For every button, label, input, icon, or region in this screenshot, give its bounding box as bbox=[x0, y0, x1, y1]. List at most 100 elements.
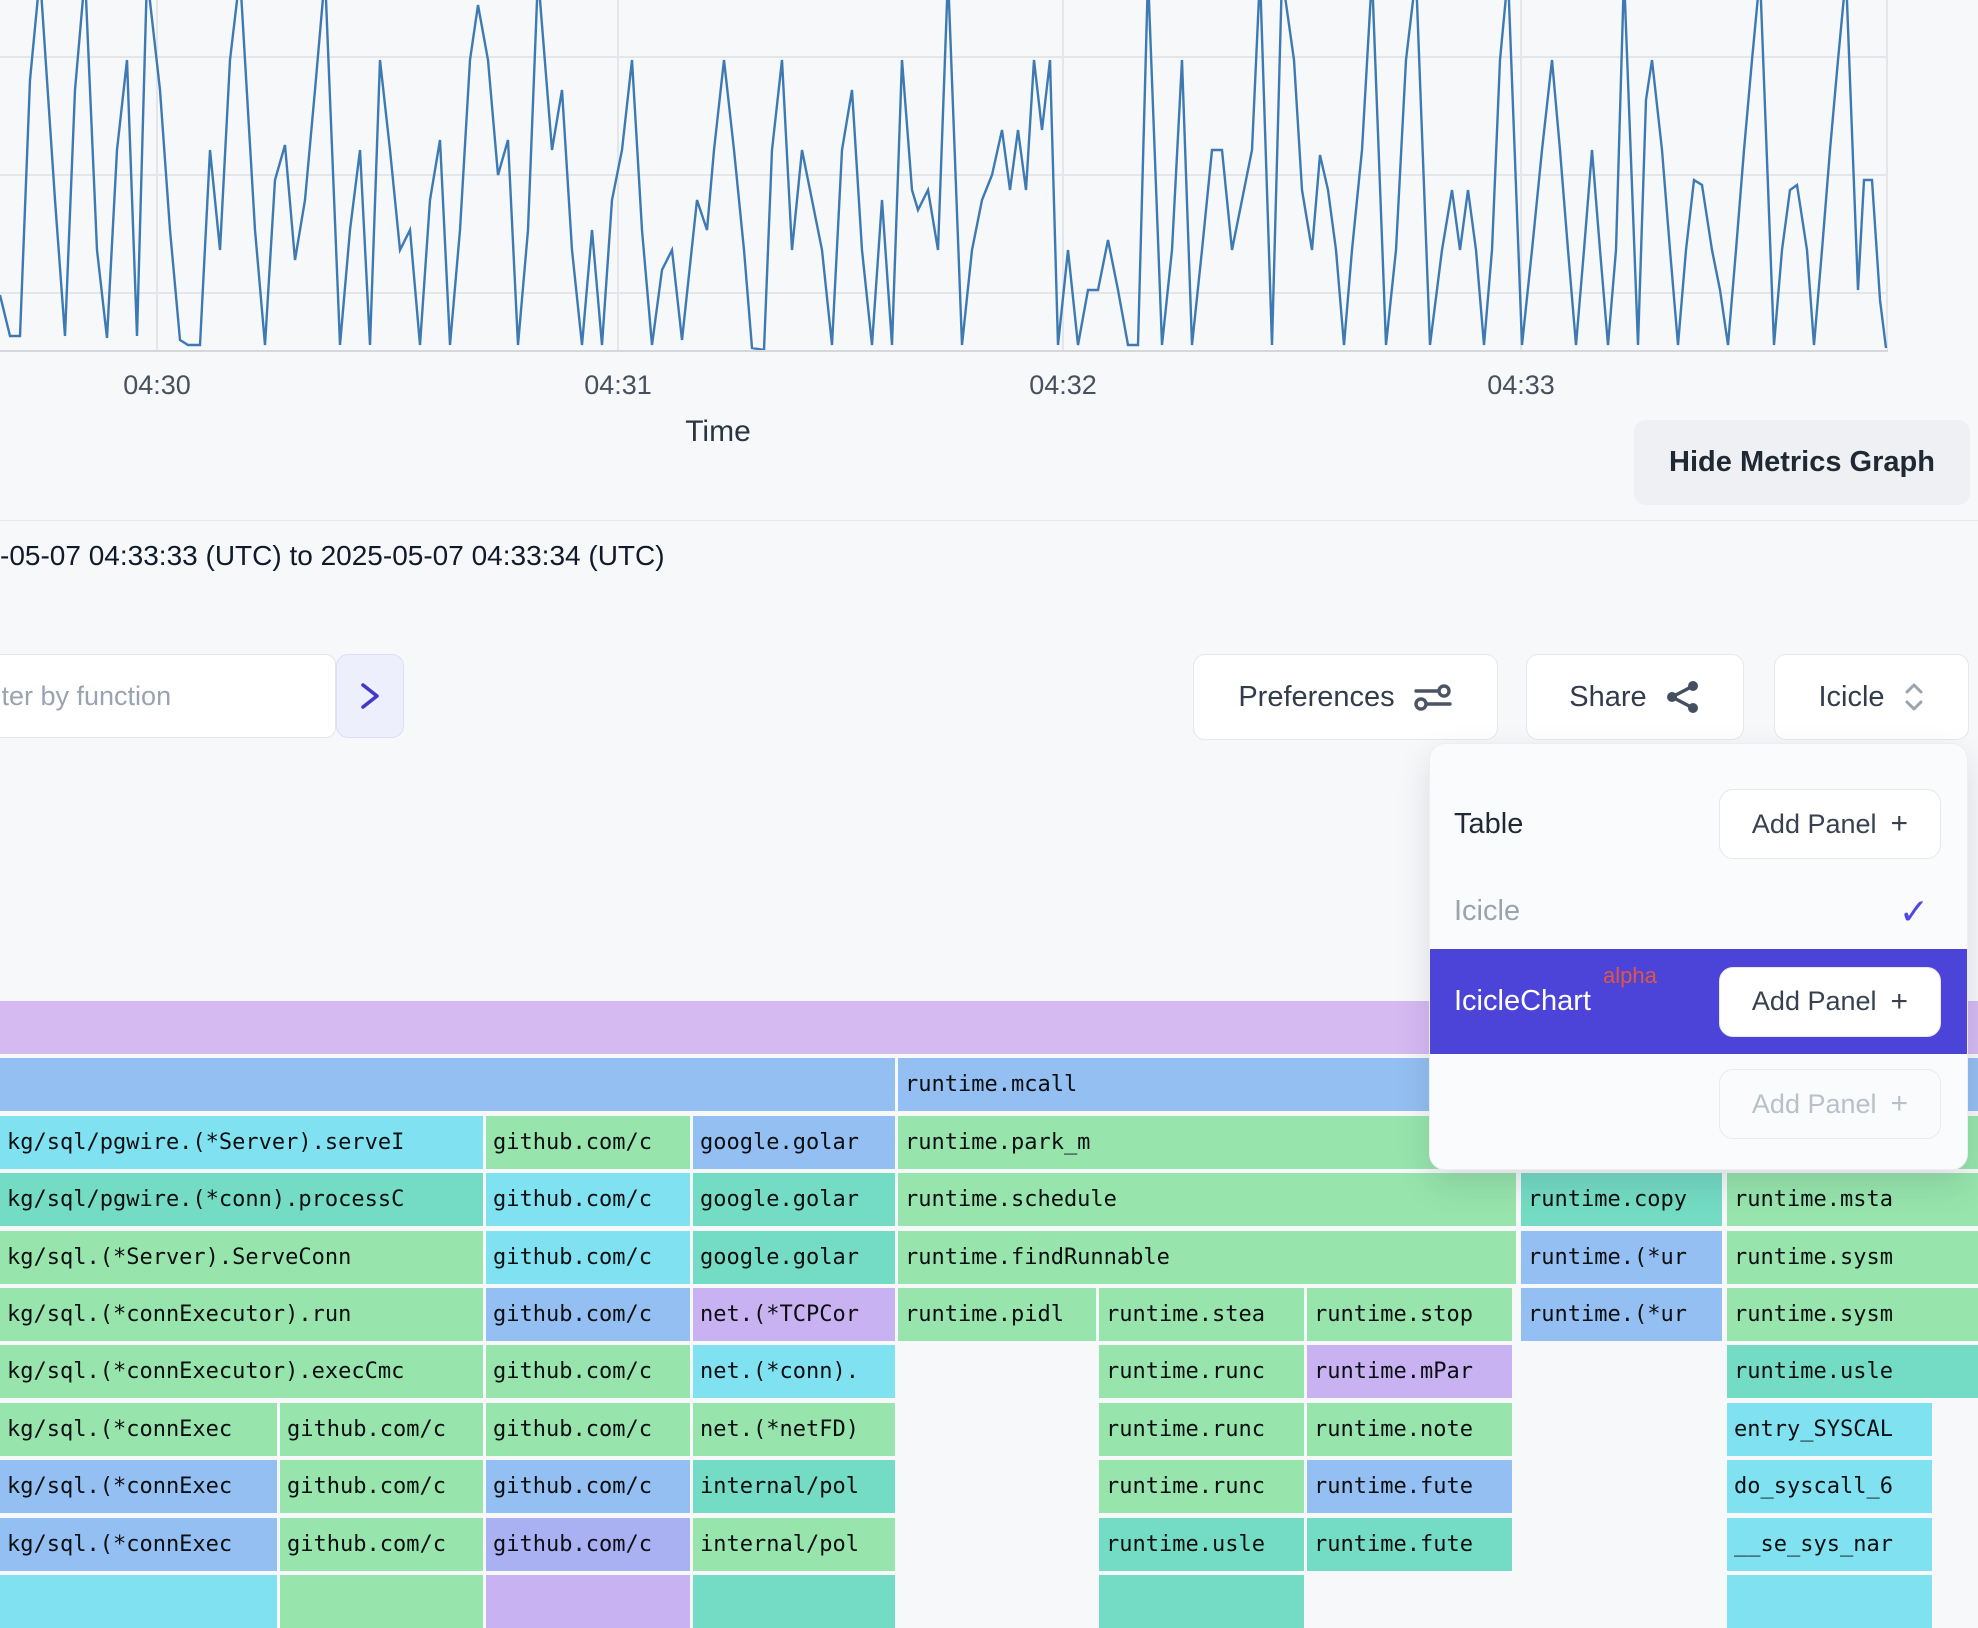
flame-cell-label: github.com/c bbox=[493, 1302, 652, 1327]
flame-cell[interactable]: kg/sql.(*connExecutor).run bbox=[0, 1288, 483, 1341]
flame-cell[interactable] bbox=[0, 1058, 895, 1111]
flame-cell[interactable]: runtime.mPar bbox=[1307, 1345, 1512, 1398]
flame-cell[interactable] bbox=[1727, 1575, 1932, 1628]
flame-cell[interactable]: runtime.runc bbox=[1099, 1345, 1304, 1398]
flame-cell-label: github.com/c bbox=[287, 1474, 446, 1499]
flame-cell-label: kg/sql/pgwire.(*Server).serveI bbox=[7, 1130, 404, 1155]
flame-cell-label: runtime.copy bbox=[1528, 1187, 1687, 1212]
flame-cell[interactable]: github.com/c bbox=[486, 1518, 690, 1571]
flame-cell-label: runtime.fute bbox=[1314, 1474, 1473, 1499]
flame-cell[interactable]: kg/sql/pgwire.(*Server).serveI bbox=[0, 1116, 483, 1169]
flame-cell[interactable]: runtime.usle bbox=[1099, 1518, 1304, 1571]
flame-cell[interactable]: google.golar bbox=[693, 1231, 895, 1284]
flame-cell[interactable]: net.(*netFD) bbox=[693, 1403, 895, 1456]
flame-cell-label: github.com/c bbox=[493, 1532, 652, 1557]
flame-cell[interactable]: runtime.usle bbox=[1727, 1345, 1978, 1398]
flame-cell[interactable]: runtime.pidl bbox=[898, 1288, 1096, 1341]
flame-cell-label: google.golar bbox=[700, 1187, 859, 1212]
flame-cell[interactable]: runtime.findRunnable bbox=[898, 1231, 1516, 1284]
flame-cell[interactable]: kg/sql.(*connExecutor).execCmc bbox=[0, 1345, 483, 1398]
flame-cell-label: do_syscall_6 bbox=[1734, 1474, 1893, 1499]
flame-cell-label: kg/sql.(*connExec bbox=[7, 1474, 232, 1499]
flame-cell-label: runtime.runc bbox=[1106, 1417, 1265, 1442]
flame-cell-label: runtime.msta bbox=[1734, 1187, 1893, 1212]
flame-cell-label: net.(*netFD) bbox=[700, 1417, 859, 1442]
flame-cell-label: runtime.mcall bbox=[905, 1072, 1077, 1097]
flame-cell-label: runtime.runc bbox=[1106, 1359, 1265, 1384]
flame-cell[interactable]: internal/pol bbox=[693, 1518, 895, 1571]
flame-cell-label: kg/sql.(*connExec bbox=[7, 1417, 232, 1442]
menu-item-table[interactable]: Table Add Panel + bbox=[1430, 774, 1967, 874]
flame-cell-label: github.com/c bbox=[287, 1532, 446, 1557]
flame-cell[interactable]: kg/sql.(*connExec bbox=[0, 1460, 277, 1513]
flame-cell[interactable]: do_syscall_6 bbox=[1727, 1460, 1932, 1513]
flame-cell-label: runtime.note bbox=[1314, 1417, 1473, 1442]
flame-cell-label: runtime.mPar bbox=[1314, 1359, 1473, 1384]
flame-cell[interactable]: runtime.schedule bbox=[898, 1173, 1516, 1226]
flame-cell[interactable]: runtime.runc bbox=[1099, 1403, 1304, 1456]
flame-cell[interactable]: github.com/c bbox=[486, 1403, 690, 1456]
flame-cell[interactable]: github.com/c bbox=[486, 1173, 690, 1226]
flame-cell-label: entry_SYSCAL bbox=[1734, 1417, 1893, 1442]
flame-cell[interactable]: runtime.sysm bbox=[1727, 1288, 1978, 1341]
add-panel-label: Add Panel bbox=[1752, 809, 1877, 840]
flame-cell[interactable] bbox=[693, 1575, 895, 1628]
flame-cell[interactable]: runtime.fute bbox=[1307, 1460, 1512, 1513]
flame-cell-label: runtime.sysm bbox=[1734, 1245, 1893, 1270]
flame-cell[interactable]: runtime.(*ur bbox=[1521, 1288, 1722, 1341]
flame-cell-label: runtime.(*ur bbox=[1528, 1302, 1687, 1327]
flame-cell[interactable]: github.com/c bbox=[280, 1518, 483, 1571]
menu-item-iciclechart[interactable]: IcicleChart alpha Add Panel + bbox=[1430, 949, 1967, 1054]
flame-cell[interactable]: google.golar bbox=[693, 1116, 895, 1169]
menu-item-add-panel-disabled: Add Panel + bbox=[1430, 1054, 1967, 1154]
flame-cell[interactable]: github.com/c bbox=[486, 1288, 690, 1341]
flame-cell-label: runtime.schedule bbox=[905, 1187, 1117, 1212]
flame-cell[interactable]: github.com/c bbox=[280, 1403, 483, 1456]
flame-cell[interactable]: kg/sql.(*connExec bbox=[0, 1403, 277, 1456]
flame-cell[interactable]: github.com/c bbox=[486, 1345, 690, 1398]
flame-cell-label: runtime.fute bbox=[1314, 1532, 1473, 1557]
flame-cell[interactable]: kg/sql.(*connExec bbox=[0, 1518, 277, 1571]
add-panel-label: Add Panel bbox=[1752, 1089, 1877, 1120]
add-panel-iciclechart-button[interactable]: Add Panel + bbox=[1719, 967, 1941, 1037]
flame-cell-label: github.com/c bbox=[493, 1359, 652, 1384]
flame-cell-label: kg/sql.(*connExecutor).run bbox=[7, 1302, 351, 1327]
flame-cell[interactable]: runtime.msta bbox=[1727, 1173, 1978, 1226]
flame-cell[interactable]: __se_sys_nar bbox=[1727, 1518, 1932, 1571]
flame-cell[interactable]: runtime.copy bbox=[1521, 1173, 1722, 1226]
flame-cell[interactable]: internal/pol bbox=[693, 1460, 895, 1513]
flame-cell[interactable] bbox=[1099, 1575, 1304, 1628]
flame-cell[interactable]: runtime.stop bbox=[1307, 1288, 1512, 1341]
flame-cell[interactable]: runtime.(*ur bbox=[1521, 1231, 1722, 1284]
flame-cell-label: runtime.park_m bbox=[905, 1130, 1090, 1155]
flame-cell[interactable]: runtime.note bbox=[1307, 1403, 1512, 1456]
flame-cell[interactable]: kg/sql.(*Server).ServeConn bbox=[0, 1231, 483, 1284]
flame-cell[interactable]: runtime.sysm bbox=[1727, 1231, 1978, 1284]
flame-cell[interactable]: github.com/c bbox=[280, 1460, 483, 1513]
flame-cell[interactable] bbox=[280, 1575, 483, 1628]
flame-cell-label: __se_sys_nar bbox=[1734, 1532, 1893, 1557]
flame-cell[interactable]: runtime.stea bbox=[1099, 1288, 1304, 1341]
flame-cell-label: github.com/c bbox=[493, 1245, 652, 1270]
plus-icon: + bbox=[1891, 987, 1909, 1017]
add-panel-table-button[interactable]: Add Panel + bbox=[1719, 789, 1941, 859]
flame-cell[interactable]: github.com/c bbox=[486, 1460, 690, 1513]
plus-icon: + bbox=[1891, 809, 1909, 839]
flame-cell[interactable]: runtime.fute bbox=[1307, 1518, 1512, 1571]
flame-cell[interactable]: entry_SYSCAL bbox=[1727, 1403, 1932, 1456]
flame-cell[interactable]: runtime.runc bbox=[1099, 1460, 1304, 1513]
flame-cell[interactable] bbox=[486, 1575, 690, 1628]
flame-cell-label: runtime.stea bbox=[1106, 1302, 1265, 1327]
flame-cell[interactable]: net.(*TCPCor bbox=[693, 1288, 895, 1341]
flame-cell-label: runtime.pidl bbox=[905, 1302, 1064, 1327]
alpha-badge: alpha bbox=[1603, 963, 1657, 989]
flame-cell[interactable]: github.com/c bbox=[486, 1116, 690, 1169]
flame-cell[interactable]: kg/sql/pgwire.(*conn).processC bbox=[0, 1173, 483, 1226]
flame-cell-label: github.com/c bbox=[493, 1474, 652, 1499]
menu-item-icicle[interactable]: Icicle ✓ bbox=[1430, 874, 1967, 949]
flame-cell[interactable]: github.com/c bbox=[486, 1231, 690, 1284]
flame-cell[interactable] bbox=[0, 1575, 277, 1628]
flame-cell-label: kg/sql.(*connExec bbox=[7, 1532, 232, 1557]
flame-cell[interactable]: google.golar bbox=[693, 1173, 895, 1226]
flame-cell[interactable]: net.(*conn). bbox=[693, 1345, 895, 1398]
